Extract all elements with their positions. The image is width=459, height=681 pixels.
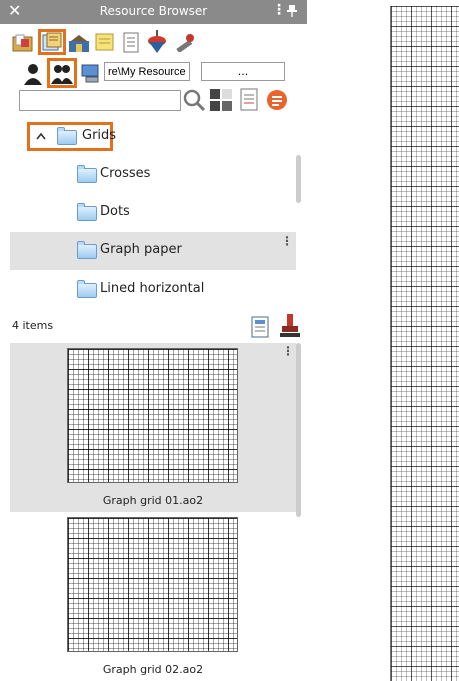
folder-icon [57,127,77,145]
thumbnail-caption: Graph grid 02.ao2 [102,663,204,676]
tree-item-lined-horizontal[interactable]: Lined horizontal [0,272,296,308]
chevron-up-icon[interactable] [36,132,46,140]
title-bar: ✕ Resource Browser ⋮ [0,0,307,24]
resource-browser-panel: ✕ Resource Browser ⋮ re\My Resources ...… [0,0,307,681]
sticky-note-icon[interactable] [94,32,116,52]
path-field[interactable] [104,62,190,81]
grid-thumbnail-image [67,348,238,483]
tree-root-grids[interactable]: Grids [30,125,116,148]
panel-menu-icon[interactable]: ⋮ [272,2,286,18]
folder-icon [77,165,97,183]
search-input[interactable] [19,90,181,111]
multi-user-icon[interactable] [50,62,74,86]
thumbnail-card[interactable]: Graph grid 02.ao2 [10,512,296,681]
thumbnail-caption: Graph grid 01.ao2 [102,494,204,507]
page-view-icon[interactable] [251,316,269,338]
item-menu-icon[interactable]: ⋮ [281,234,293,248]
graph-paper-page [390,6,459,681]
thumbnail-card[interactable]: ⋮ Graph grid 01.ao2 [10,343,296,512]
sort-icon[interactable] [209,88,233,112]
thumbnail-menu-icon[interactable]: ⋮ [282,344,294,358]
tools-icon[interactable] [174,32,196,52]
single-user-icon[interactable] [22,62,44,86]
panel-title: Resource Browser [99,4,208,18]
browse-button[interactable]: ... [201,62,285,81]
document-list-icon[interactable] [239,88,259,112]
tree-root-label: Grids [82,128,117,143]
stamp-icon[interactable] [279,313,301,339]
options-icon[interactable] [266,89,288,111]
spinning-top-icon[interactable] [146,30,168,54]
folder-icon [77,280,97,298]
tree-item-crosses[interactable]: Crosses [0,157,296,193]
tree-item-graph-paper[interactable]: Graph paper ⋮ [10,232,296,270]
items-count: 4 items [12,319,54,332]
tree-item-label: Dots [100,204,130,219]
search-icon[interactable] [182,88,206,112]
folder-files-icon[interactable] [12,33,34,53]
tree-item-dots[interactable]: Dots [0,195,296,231]
tree-scrollbar[interactable] [296,155,301,203]
folder-icon [77,241,97,259]
network-icon[interactable] [80,62,102,84]
documents-icon[interactable] [41,32,63,52]
tree-item-label: Lined horizontal [100,281,205,296]
tree-item-label: Crosses [100,166,151,181]
results-scrollbar[interactable] [296,343,301,517]
books-icon[interactable] [68,33,90,53]
canvas-area [307,0,459,681]
tree-item-label: Graph paper [100,242,182,257]
page-icon[interactable] [120,32,142,54]
grid-thumbnail-image [67,517,238,652]
folder-icon [77,203,97,221]
pin-icon[interactable] [285,4,299,18]
